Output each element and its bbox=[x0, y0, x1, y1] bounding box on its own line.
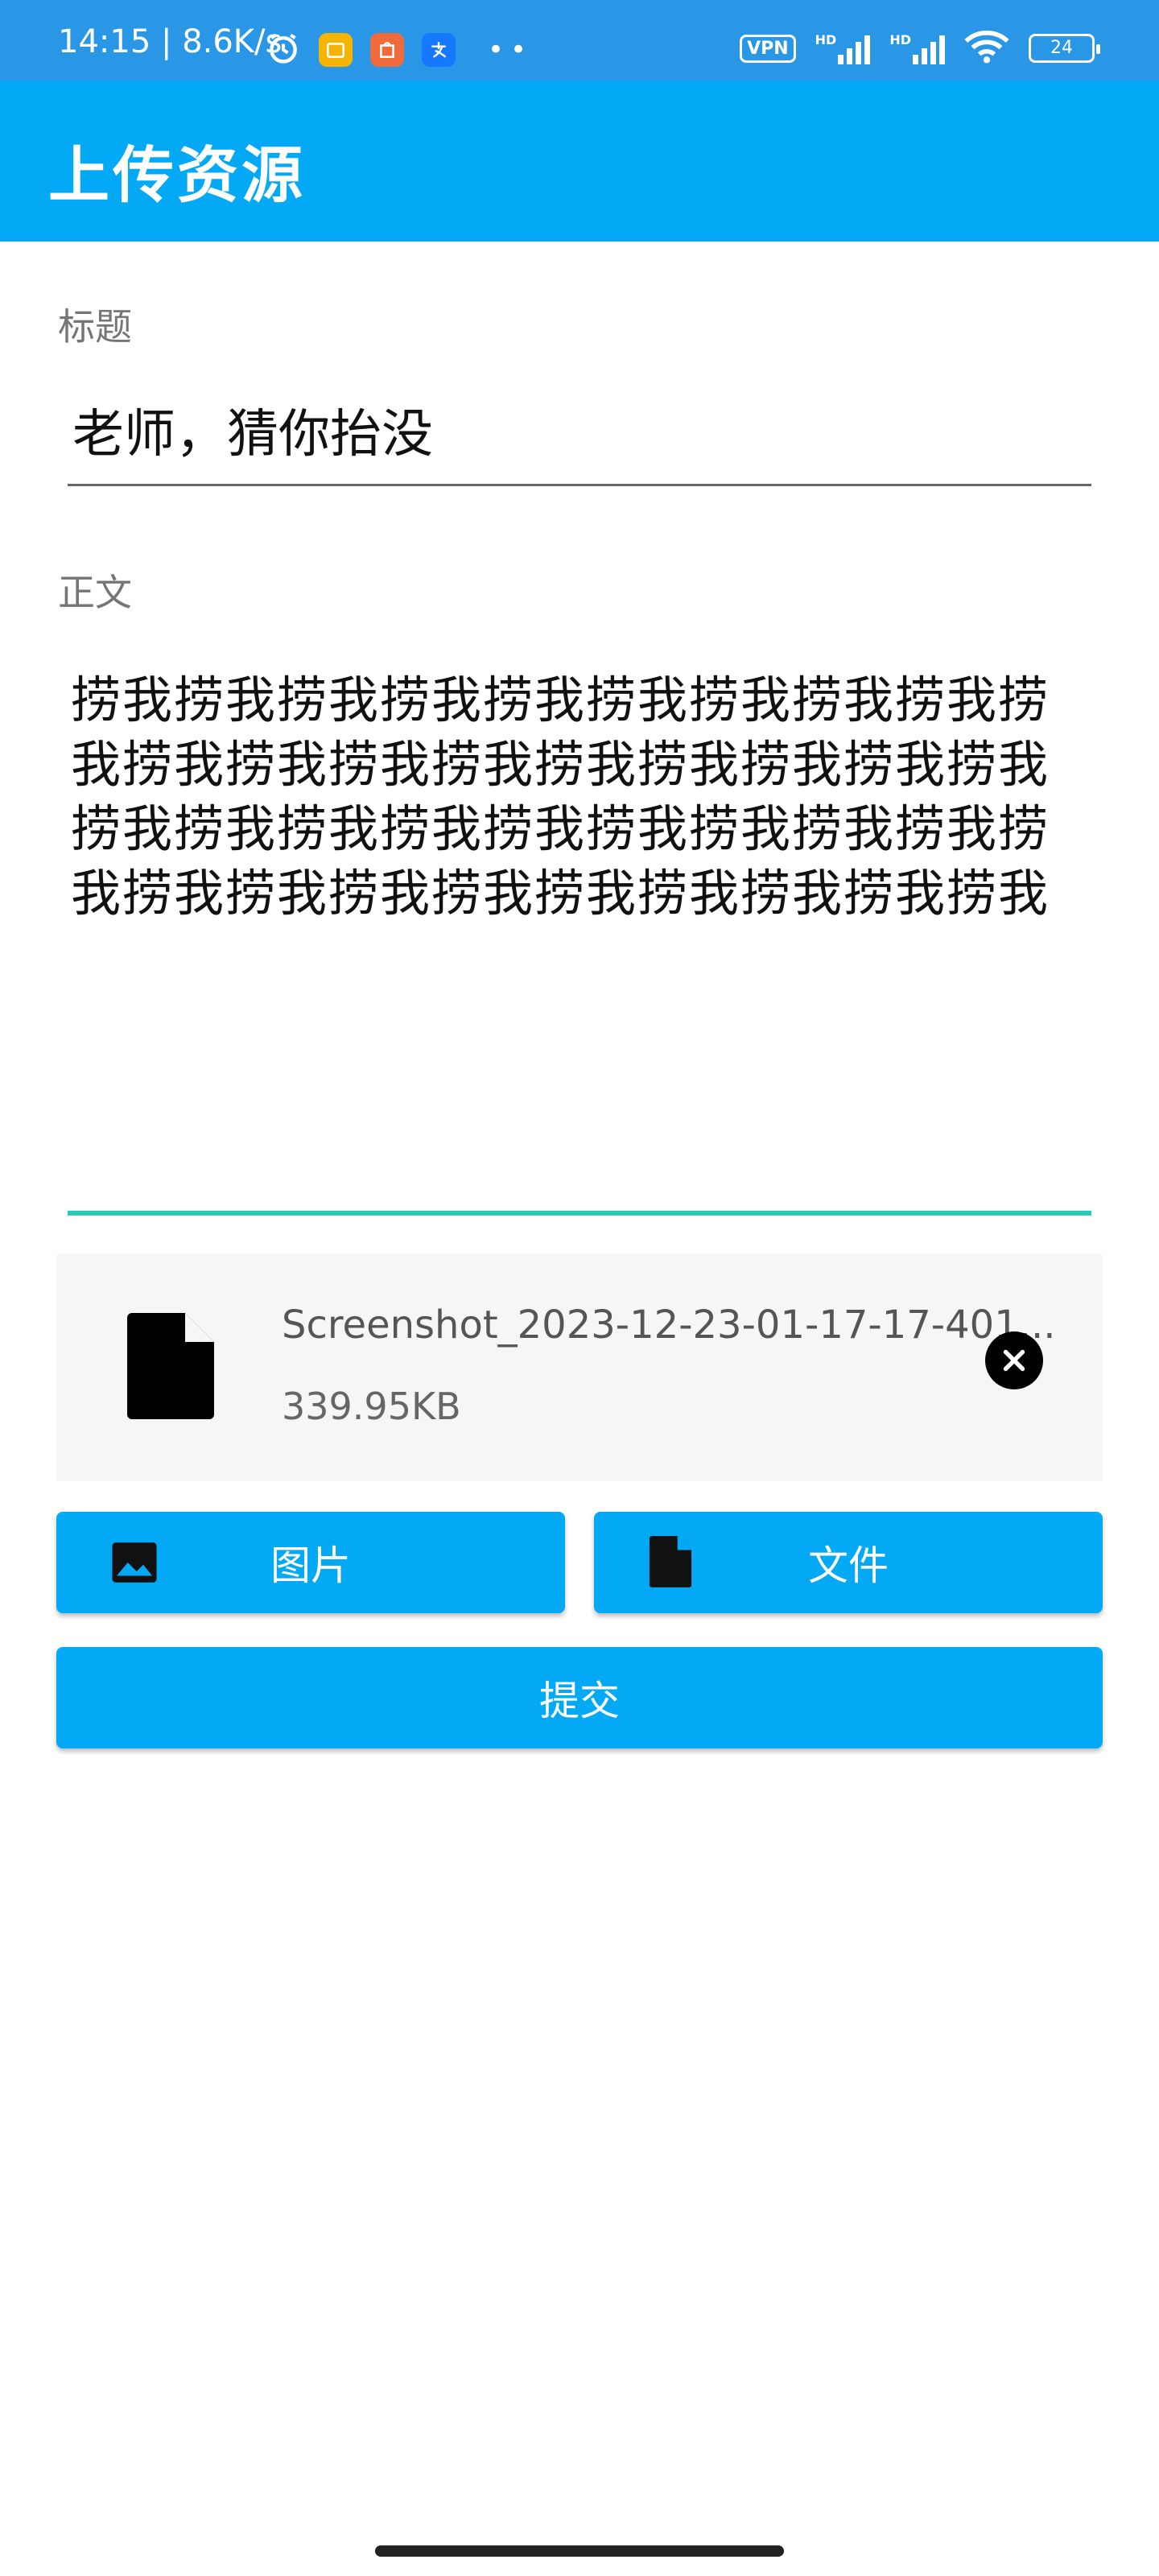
status-notification-icons: •• bbox=[266, 31, 533, 69]
image-icon bbox=[108, 1536, 161, 1599]
file-icon bbox=[647, 1533, 694, 1600]
wifi-icon bbox=[964, 29, 1009, 68]
alipay-app-icon bbox=[422, 33, 456, 67]
body-textarea[interactable]: 捞我捞我捞我捞我捞我捞我捞我捞我捞我捞我捞我捞我捞我捞我捞我捞我捞我捞我捞我捞我… bbox=[68, 668, 1091, 1216]
store-app-icon bbox=[370, 33, 404, 67]
attachment-card: Screenshot_2023-12-23-01-17-17-401... 33… bbox=[56, 1254, 1103, 1481]
submit-label: 提交 bbox=[539, 1678, 620, 1724]
vpn-badge: VPN bbox=[740, 34, 796, 63]
signal-icon-2: HD bbox=[889, 32, 945, 64]
page-title: 上传资源 bbox=[48, 139, 306, 211]
home-indicator[interactable] bbox=[375, 2545, 784, 2557]
status-system-icons: VPN HD HD 24 bbox=[740, 29, 1100, 68]
attachment-file-size: 339.95KB bbox=[282, 1385, 461, 1428]
status-bar: 14:15 | 8.6K/s •• VPN HD HD 24 bbox=[0, 0, 1159, 80]
attachment-file-name: Screenshot_2023-12-23-01-17-17-401... bbox=[282, 1302, 1056, 1348]
add-image-button[interactable]: 图片 bbox=[56, 1512, 565, 1613]
battery-icon: 24 bbox=[1029, 34, 1100, 63]
add-file-button[interactable]: 文件 bbox=[594, 1512, 1103, 1613]
status-time: 14:15 | 8.6K/s bbox=[58, 23, 283, 60]
close-icon bbox=[1003, 1349, 1025, 1372]
files-app-icon bbox=[319, 33, 353, 67]
body-label: 正文 bbox=[58, 571, 132, 614]
add-file-label: 文件 bbox=[808, 1542, 889, 1589]
title-label: 标题 bbox=[58, 305, 132, 349]
title-input[interactable]: 老师，猜你抬没 bbox=[68, 394, 1091, 486]
file-icon bbox=[122, 1307, 219, 1428]
more-notifications-icon: •• bbox=[488, 34, 534, 66]
signal-icon-1: HD bbox=[815, 32, 871, 64]
add-image-label: 图片 bbox=[270, 1542, 351, 1589]
hd-label: HD bbox=[889, 32, 911, 47]
hd-label: HD bbox=[815, 32, 837, 47]
alarm-icon bbox=[266, 31, 301, 69]
remove-attachment-button[interactable] bbox=[985, 1331, 1043, 1389]
app-bar: 上传资源 bbox=[0, 80, 1159, 242]
submit-button[interactable]: 提交 bbox=[56, 1647, 1103, 1748]
